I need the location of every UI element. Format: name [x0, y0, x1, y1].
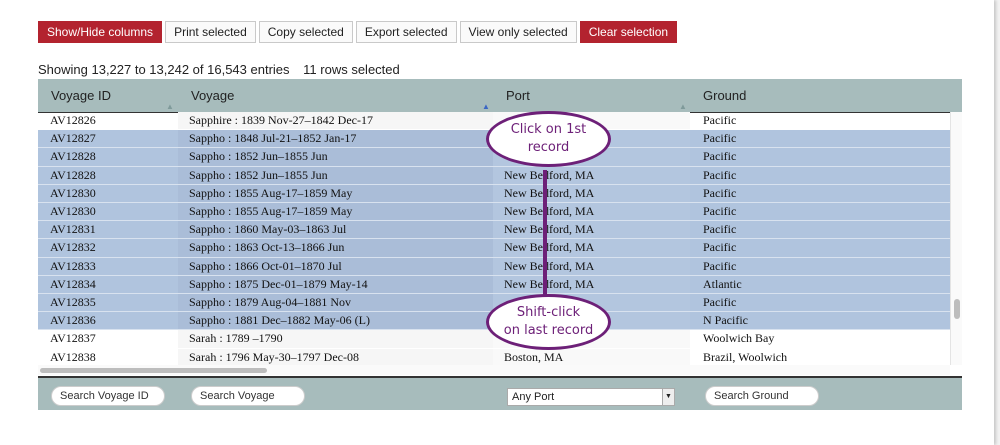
cell-voyage: Sarah : 1789 –1790 — [178, 330, 493, 348]
table-row[interactable]: AV12830 Sappho : 1855 Aug-17–1859 May Ne… — [38, 203, 950, 222]
table-row[interactable]: AV12838 Sarah : 1796 May-30–1797 Dec-08 … — [38, 348, 950, 365]
print-selected-button[interactable]: Print selected — [165, 21, 256, 43]
table-row[interactable]: AV12830 Sappho : 1855 Aug-17–1859 May Ne… — [38, 184, 950, 203]
clear-selection-button[interactable]: Clear selection — [579, 21, 678, 43]
search-voyage-input[interactable]: Search Voyage — [191, 386, 305, 406]
cell-ground: Pacific — [703, 258, 737, 273]
column-label: Voyage ID — [51, 88, 111, 103]
rows-selected-count: 11 rows selected — [303, 62, 400, 77]
cell-voyage-id: AV12832 — [50, 240, 96, 255]
cell-ground: Pacific — [703, 204, 737, 218]
copy-selected-button[interactable]: Copy selected — [258, 21, 353, 43]
cell-voyage: Sappho : 1866 Oct-01–1870 Jul — [178, 257, 493, 275]
horizontal-scrollbar-thumb[interactable] — [40, 368, 267, 373]
cell-voyage: Sappho : 1848 Jul-21–1852 Jan-17 — [178, 130, 493, 148]
cell-voyage-id: AV12831 — [50, 222, 96, 237]
toolbar: Show/Hide columns Print selected Copy se… — [38, 21, 678, 43]
cell-voyage-id: AV12830 — [50, 204, 96, 218]
cell-port: New Bedford, MA — [493, 257, 690, 275]
port-select-value: Any Port — [512, 391, 555, 403]
cell-voyage-id: AV12828 — [50, 149, 96, 164]
view-only-selected-button[interactable]: View only selected — [459, 21, 577, 43]
table-row[interactable]: AV12828 Sappho : 1852 Jun–1855 Jun New B… — [38, 166, 950, 185]
cell-voyage-id: AV12837 — [50, 331, 96, 346]
cell-ground: Pacific — [703, 222, 737, 237]
table-row[interactable]: AV12831 Sappho : 1860 May-03–1863 Jul Ne… — [38, 221, 950, 240]
cell-voyage: Sappho : 1863 Oct-13–1866 Jun — [178, 239, 493, 257]
page-card: Show/Hide columns Print selected Copy se… — [0, 0, 994, 445]
export-selected-button[interactable]: Export selected — [355, 21, 457, 43]
column-label: Port — [506, 88, 530, 103]
search-voyage-id-input[interactable]: Search Voyage ID — [51, 386, 165, 406]
search-ground-input[interactable]: Search Ground — [705, 386, 819, 406]
cell-ground: Brazil, Woolwich — [703, 349, 788, 364]
cell-voyage: Sapphire : 1839 Nov-27–1842 Dec-17 — [178, 112, 493, 130]
cell-ground: Woolwich Bay — [703, 331, 775, 346]
cell-voyage-id: AV12833 — [50, 258, 96, 273]
cell-ground: Pacific — [703, 167, 737, 182]
cell-voyage: Sappho : 1879 Aug-04–1881 Nov — [178, 294, 493, 312]
cell-voyage-id: AV12830 — [50, 185, 96, 200]
table-row[interactable]: AV12834 Sappho : 1875 Dec-01–1879 May-14… — [38, 275, 950, 294]
cell-voyage: Sappho : 1875 Dec-01–1879 May-14 — [178, 275, 493, 293]
annotation-first-record: Click on 1st record — [486, 111, 611, 167]
cell-voyage-id: AV12836 — [50, 313, 96, 328]
cell-ground: Pacific — [703, 149, 737, 164]
cell-voyage: Sappho : 1860 May-03–1863 Jul — [178, 221, 493, 239]
table-row[interactable]: AV12832 Sappho : 1863 Oct-13–1866 Jun Ne… — [38, 239, 950, 258]
annotation-last-record: Shift-click on last record — [486, 294, 611, 350]
cell-port: New Bedford, MA — [493, 221, 690, 239]
cell-port: New Bedford, MA — [493, 203, 690, 221]
cell-voyage: Sappho : 1855 Aug-17–1859 May — [178, 184, 493, 202]
cell-voyage-id: AV12838 — [50, 349, 96, 364]
cell-voyage-id: AV12826 — [50, 113, 96, 127]
cell-ground: Pacific — [703, 295, 737, 309]
cell-voyage: Sarah : 1796 May-30–1797 Dec-08 — [178, 348, 493, 365]
column-label: Voyage — [191, 88, 235, 103]
chevron-down-icon: ▼ — [662, 389, 674, 405]
cell-ground: Pacific — [703, 113, 737, 127]
table-header: Voyage ID ▲▼ Voyage ▲ Port ▲▼ Ground — [38, 79, 962, 144]
table-info: Showing 13,227 to 13,242 of 16,543 entri… — [38, 62, 400, 77]
column-header-voyage-id[interactable]: Voyage ID ▲▼ — [38, 79, 178, 144]
column-header-voyage[interactable]: Voyage ▲ — [178, 79, 493, 113]
cell-voyage-id: AV12835 — [50, 295, 96, 309]
cell-port: Boston, MA — [493, 348, 690, 365]
cell-ground: Pacific — [703, 185, 737, 200]
show-hide-columns-button[interactable]: Show/Hide columns — [38, 21, 163, 43]
cell-port: New Bedford, MA — [493, 275, 690, 293]
column-header-port[interactable]: Port ▲▼ — [493, 79, 690, 144]
vertical-scrollbar-thumb[interactable] — [954, 299, 960, 319]
cell-port: New Bedford, MA — [493, 184, 690, 202]
cell-voyage: Sappho : 1881 Dec–1882 May-06 (L) — [178, 312, 493, 330]
cell-ground: N Pacific — [703, 313, 748, 328]
port-select[interactable]: Any Port ▼ — [507, 388, 675, 406]
cell-voyage-id: AV12834 — [50, 276, 96, 291]
column-header-ground[interactable]: Ground — [690, 79, 962, 113]
cell-voyage-id: AV12827 — [50, 131, 96, 146]
cell-voyage: Sappho : 1855 Aug-17–1859 May — [178, 203, 493, 221]
cell-voyage: Sappho : 1852 Jun–1855 Jun — [178, 148, 493, 166]
cell-voyage: Sappho : 1852 Jun–1855 Jun — [178, 166, 493, 184]
entries-count: Showing 13,227 to 13,242 of 16,543 entri… — [38, 62, 290, 77]
cell-ground: Atlantic — [703, 276, 742, 291]
annotation-connector-line — [543, 170, 547, 295]
column-label: Ground — [703, 88, 747, 103]
cell-ground: Pacific — [703, 131, 737, 146]
table-filter-footer: Search Voyage ID Search Voyage Any Port … — [38, 376, 962, 410]
cell-port: New Bedford, MA — [493, 239, 690, 257]
cell-voyage-id: AV12828 — [50, 167, 96, 182]
vertical-scrollbar[interactable] — [950, 112, 962, 365]
cell-port: New Bedford, MA — [493, 166, 690, 184]
horizontal-scrollbar[interactable] — [38, 365, 950, 375]
cell-ground: Pacific — [703, 240, 737, 255]
table-row[interactable]: AV12833 Sappho : 1866 Oct-01–1870 Jul Ne… — [38, 257, 950, 276]
